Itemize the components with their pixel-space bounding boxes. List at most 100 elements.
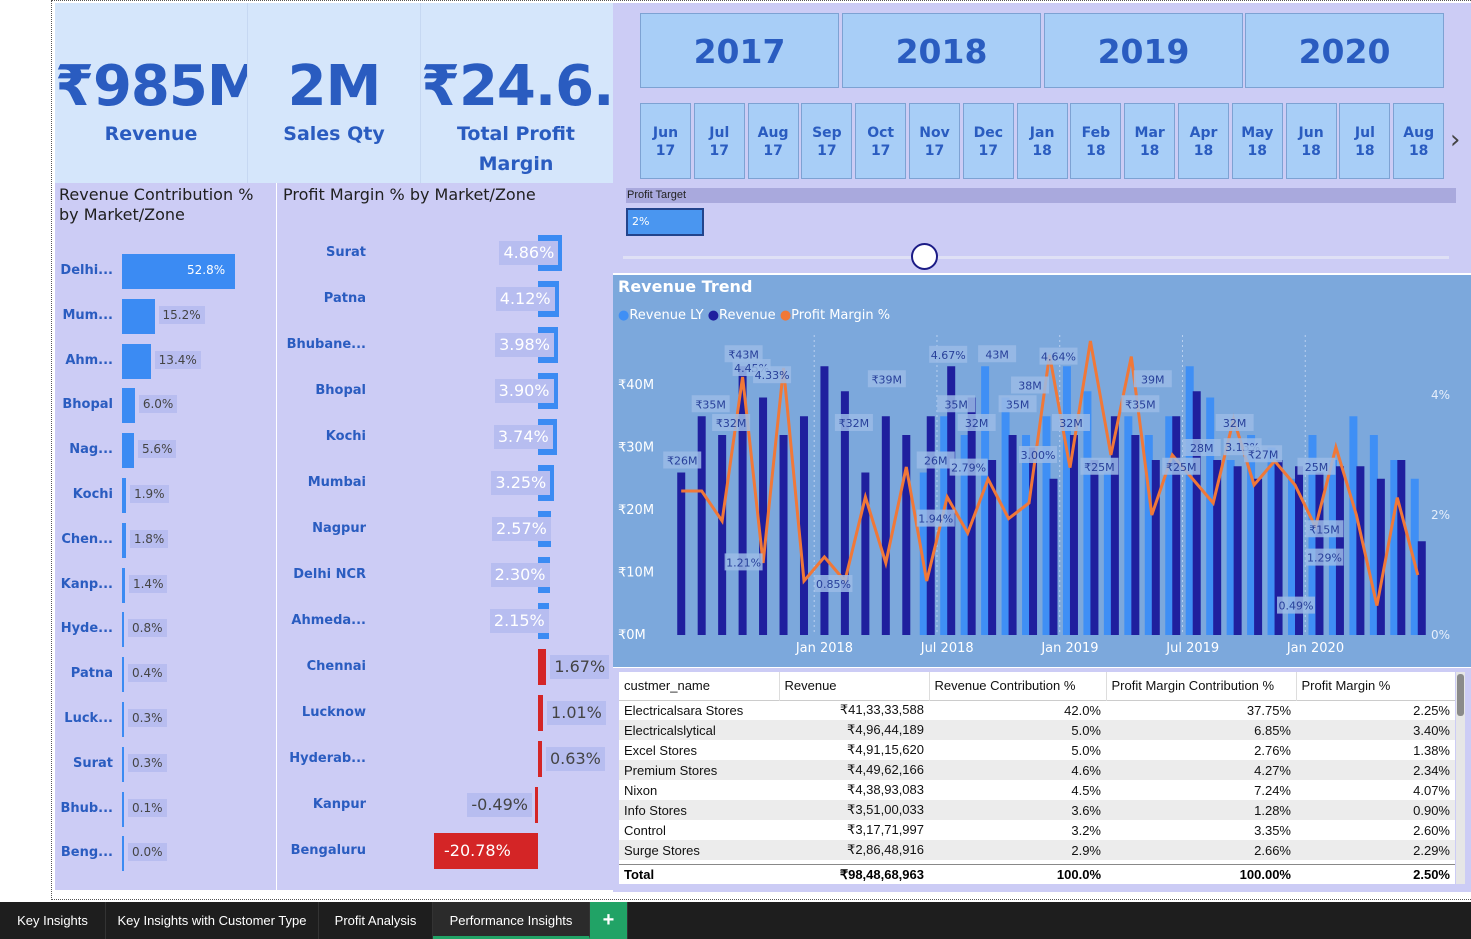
bar[interactable] xyxy=(538,649,547,685)
column-header[interactable]: Profit Margin % xyxy=(1295,672,1455,700)
year-slicer-2017[interactable]: 2017 xyxy=(640,13,839,88)
month-slicer-item[interactable]: Apr 18 xyxy=(1178,103,1229,179)
kpi-total-profit-margin: ₹24.6... Total Profit Margin xyxy=(421,3,611,183)
bar[interactable] xyxy=(122,298,155,334)
column-header[interactable]: custmer_name xyxy=(619,672,779,700)
month-slicer-item[interactable]: Mar 18 xyxy=(1124,103,1176,179)
bar[interactable] xyxy=(122,836,124,872)
month-slicer-item[interactable]: May 18 xyxy=(1231,103,1283,179)
column-header[interactable]: Profit Margin Contribution % xyxy=(1105,672,1296,700)
table-row[interactable]: Excel Stores ₹4,91,15,620 5.0% 2.76% 1.38% xyxy=(619,740,1455,760)
bar-revenue-ly[interactable] xyxy=(981,366,990,635)
bar-revenue[interactable] xyxy=(779,435,788,635)
year-slicer-2019[interactable]: 2019 xyxy=(1044,13,1243,88)
year-slicer-2020[interactable]: 2020 xyxy=(1245,13,1444,88)
month-slicer-item[interactable]: Feb 18 xyxy=(1070,103,1122,179)
page-tab[interactable]: Performance Insights xyxy=(433,902,590,939)
bar-revenue-ly[interactable] xyxy=(1165,416,1174,635)
data-label: ₹39M xyxy=(872,373,903,386)
month-slicer-item[interactable]: Jul 17 xyxy=(693,103,745,179)
month-slicer-item[interactable]: Aug 18 xyxy=(1393,103,1445,179)
table-row[interactable]: Nixon ₹4,38,93,083 4.5% 7.24% 4.07% xyxy=(619,780,1455,800)
bar[interactable] xyxy=(535,787,538,823)
bar-revenue[interactable] xyxy=(1376,478,1385,635)
table-scrollbar[interactable] xyxy=(1456,672,1465,884)
chevron-right-icon[interactable]: › xyxy=(1450,127,1460,153)
bar-revenue[interactable] xyxy=(820,366,829,635)
bar[interactable] xyxy=(538,695,544,731)
bar-revenue[interactable] xyxy=(902,435,911,635)
bar-revenue[interactable] xyxy=(1192,391,1201,635)
bar-revenue[interactable] xyxy=(881,416,890,635)
table-row[interactable]: Info Stores ₹3,51,00,033 3.6% 1.28% 0.90% xyxy=(619,800,1455,820)
bar[interactable] xyxy=(122,702,124,737)
bar[interactable] xyxy=(122,388,135,424)
table-row[interactable]: Electricalslytical ₹4,96,44,189 5.0% 6.85% 3… xyxy=(619,720,1455,740)
bar-revenue-ly[interactable] xyxy=(1226,460,1235,635)
month-slicer-item[interactable]: Oct 17 xyxy=(855,103,907,179)
bar[interactable] xyxy=(122,746,124,782)
profit-target-input[interactable]: 2% xyxy=(626,208,704,236)
bar-revenue[interactable] xyxy=(1397,460,1406,635)
table-row[interactable]: Surge Stores ₹2,86,48,916 2.9% 2.66% 2.29% xyxy=(619,840,1455,860)
bar-revenue[interactable] xyxy=(1151,460,1160,635)
bar-revenue-ly[interactable] xyxy=(1124,416,1133,635)
bar-revenue-ly[interactable] xyxy=(1328,460,1337,635)
slider-track[interactable] xyxy=(623,256,1449,259)
year-slicer-2018[interactable]: 2018 xyxy=(842,13,1041,88)
month-slicer-item[interactable]: Jan 18 xyxy=(1016,103,1068,179)
bar[interactable] xyxy=(122,478,127,513)
bar[interactable] xyxy=(122,343,151,379)
bar-revenue[interactable] xyxy=(759,397,768,636)
category-label: Bhopal xyxy=(62,397,113,413)
month-slicer-item[interactable]: Sep 17 xyxy=(801,103,853,179)
month-slicer-item[interactable]: Jul 18 xyxy=(1339,103,1391,179)
bar[interactable] xyxy=(122,791,124,827)
month-slicer-item[interactable]: Jun 17 xyxy=(640,103,691,179)
bar-revenue[interactable] xyxy=(799,416,808,635)
bar-revenue[interactable] xyxy=(1233,466,1242,635)
bar[interactable] xyxy=(122,522,126,558)
month-slicer-item[interactable]: Dec 17 xyxy=(962,103,1014,179)
page-tab[interactable]: Key Insights with Customer Type xyxy=(106,902,319,939)
bar-revenue[interactable] xyxy=(1417,541,1426,635)
data-label: 3.98% xyxy=(495,333,554,357)
page-tab[interactable]: Profit Analysis xyxy=(319,902,433,939)
data-label: 3.25% xyxy=(491,471,551,495)
scrollbar-thumb[interactable] xyxy=(1457,674,1464,716)
bar-revenue-ly[interactable] xyxy=(1390,460,1399,635)
bar-revenue[interactable] xyxy=(1049,478,1058,635)
bar[interactable] xyxy=(122,433,134,469)
bar-revenue-ly[interactable] xyxy=(1349,416,1358,635)
month-slicer-item[interactable]: Jun 18 xyxy=(1285,103,1337,179)
bar-revenue[interactable] xyxy=(1254,478,1263,635)
bar[interactable] xyxy=(122,612,124,648)
column-header[interactable]: Revenue Contribution % xyxy=(928,672,1106,700)
bar-revenue[interactable] xyxy=(1090,460,1099,635)
month-slicer-item[interactable]: Nov 17 xyxy=(909,103,960,179)
bar[interactable] xyxy=(122,657,124,693)
bar-revenue[interactable] xyxy=(697,416,706,635)
page-tab[interactable]: Key Insights xyxy=(0,902,106,939)
bar-revenue-ly[interactable] xyxy=(1062,366,1071,635)
table-row[interactable]: Control ₹3,17,71,997 3.2% 3.35% 2.60% xyxy=(619,820,1455,840)
bar-revenue[interactable] xyxy=(1172,416,1181,635)
column-header[interactable]: Revenue xyxy=(778,672,929,700)
bar-revenue-ly[interactable] xyxy=(1185,366,1194,635)
table-row[interactable]: Electricalsara Stores ₹41,33,33,588 42.0% 3… xyxy=(619,700,1455,720)
bar-revenue-ly[interactable] xyxy=(1267,447,1276,636)
month-slicer-item[interactable]: Aug 17 xyxy=(747,103,799,179)
slider-handle[interactable] xyxy=(911,243,938,270)
add-page-icon[interactable]: + xyxy=(590,902,628,939)
bar[interactable] xyxy=(122,567,125,603)
bar[interactable] xyxy=(538,741,542,777)
bar-revenue-ly[interactable] xyxy=(1103,472,1112,636)
bar-revenue-ly[interactable] xyxy=(1022,435,1031,635)
bar-revenue[interactable] xyxy=(1131,435,1140,635)
bar-revenue-ly[interactable] xyxy=(1206,397,1215,636)
bar-revenue[interactable] xyxy=(1008,435,1017,635)
table-cell: 2.34% xyxy=(1413,762,1450,778)
table-row[interactable]: Premium Stores ₹4,49,62,166 4.6% 4.27% 2.34% xyxy=(619,760,1455,780)
bar-revenue[interactable] xyxy=(677,472,686,636)
bar-revenue[interactable] xyxy=(718,435,727,635)
